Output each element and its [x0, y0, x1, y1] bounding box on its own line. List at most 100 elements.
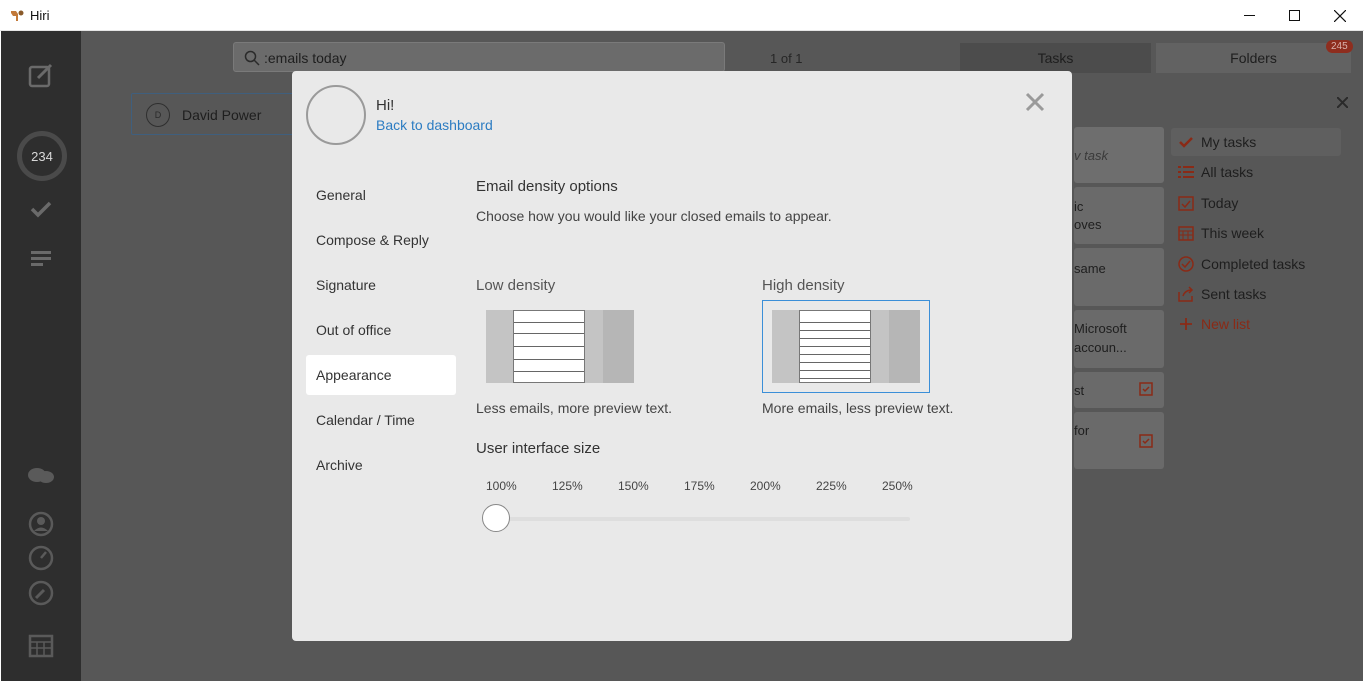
new-list-label: New list: [1201, 316, 1251, 332]
search-input[interactable]: :emails today: [233, 42, 725, 72]
settings-nav-label: Calendar / Time: [316, 412, 415, 428]
low-density-preview: [513, 310, 585, 383]
ui-size-tick[interactable]: 175%: [684, 479, 715, 493]
unread-counter[interactable]: 234: [17, 131, 67, 181]
tab-folders[interactable]: Folders: [1156, 43, 1351, 73]
settings-nav-archive[interactable]: Archive: [306, 445, 456, 485]
task-card[interactable]: st: [1074, 372, 1164, 408]
maximize-button[interactable]: [1271, 0, 1317, 31]
window-close-button[interactable]: [1317, 0, 1363, 31]
low-density-caption: Less emails, more preview text.: [476, 400, 673, 416]
ui-size-tick[interactable]: 250%: [882, 479, 913, 493]
task-list-label: This week: [1201, 225, 1265, 241]
settings-nav-label: Compose & Reply: [316, 232, 429, 248]
settings-button[interactable]: [25, 577, 57, 609]
task-list-label: Today: [1201, 195, 1239, 211]
chat-bubbles-icon: [28, 468, 54, 483]
calendar-grid-icon: [1178, 226, 1194, 241]
task-list-label: All tasks: [1201, 164, 1254, 180]
ui-size-tick[interactable]: 100%: [486, 479, 517, 493]
compose-icon: [28, 63, 53, 88]
settings-nav-appearance[interactable]: Appearance: [306, 355, 456, 395]
task-card[interactable]: same: [1074, 248, 1164, 306]
tasks-nav-button[interactable]: [25, 193, 57, 225]
ui-size-tick[interactable]: 150%: [618, 479, 649, 493]
density-description: Choose how you would like your closed em…: [476, 208, 832, 224]
minimize-button[interactable]: [1226, 0, 1272, 31]
task-list-my-tasks[interactable]: My tasks: [1171, 128, 1341, 156]
greeting: Hi!: [376, 97, 395, 114]
avatar[interactable]: [306, 85, 366, 145]
calendar-check-icon: [1139, 434, 1153, 448]
calendar-button[interactable]: [25, 629, 57, 661]
lists-nav-button[interactable]: [25, 242, 57, 274]
task-card-text: oves: [1074, 217, 1102, 232]
task-card[interactable]: Microsoft accoun...: [1074, 310, 1164, 368]
window-title: Hiri: [30, 8, 50, 23]
plus-icon: [1180, 318, 1192, 330]
task-card-text: same: [1074, 261, 1106, 276]
task-list-label: My tasks: [1201, 134, 1257, 150]
lines-icon: [31, 251, 51, 266]
ui-size-slider-track[interactable]: [496, 517, 910, 521]
chat-button[interactable]: [25, 460, 57, 492]
task-card[interactable]: ic oves: [1074, 187, 1164, 244]
minimize-icon: [1243, 15, 1255, 16]
settings-nav-compose-reply[interactable]: Compose & Reply: [306, 220, 456, 260]
preview-pane: [603, 310, 634, 383]
low-density-label: Low density: [476, 277, 556, 294]
task-card-text: Microsoft: [1074, 321, 1127, 336]
calendar-check-icon: [1178, 196, 1194, 211]
check-circle-icon: [1178, 256, 1194, 272]
task-card[interactable]: for: [1074, 412, 1164, 469]
ui-size-tick[interactable]: 200%: [750, 479, 781, 493]
task-list-label: Sent tasks: [1201, 286, 1267, 302]
high-density-option[interactable]: [772, 310, 920, 383]
low-density-option[interactable]: [486, 310, 634, 383]
settings-nav-label: Archive: [316, 457, 363, 473]
new-list-button[interactable]: New list: [1171, 310, 1341, 338]
back-to-dashboard-link[interactable]: Back to dashboard: [376, 117, 493, 133]
ui-size-tick[interactable]: 125%: [552, 479, 583, 493]
dashboard-button[interactable]: [25, 542, 57, 574]
list-icon: [1178, 166, 1194, 178]
title-bar: Hiri: [0, 0, 1364, 31]
preview-pane: [889, 310, 920, 383]
task-list-completed[interactable]: Completed tasks: [1171, 250, 1341, 278]
wrench-icon: [28, 580, 54, 606]
settings-nav-calendar-time[interactable]: Calendar / Time: [306, 400, 456, 440]
task-list-all-tasks[interactable]: All tasks: [1171, 158, 1341, 186]
task-list-this-week[interactable]: This week: [1171, 219, 1341, 247]
task-card-text: accoun...: [1074, 340, 1127, 355]
pager-text: 1 of 1: [770, 51, 803, 66]
ui-size-heading: User interface size: [476, 440, 601, 457]
user-icon: [28, 511, 54, 537]
high-density-label: High density: [762, 277, 845, 294]
task-list-label: Completed tasks: [1201, 256, 1306, 272]
folders-badge: 245: [1326, 40, 1353, 53]
ui-size-tick[interactable]: 225%: [816, 479, 847, 493]
calendar-check-icon: [1139, 382, 1153, 396]
share-icon: [1178, 286, 1194, 302]
tab-tasks-label: Tasks: [1037, 50, 1074, 66]
settings-nav-general[interactable]: General: [306, 175, 456, 215]
settings-nav-label: General: [316, 187, 366, 203]
task-list-sent[interactable]: Sent tasks: [1171, 280, 1341, 308]
settings-nav-out-of-office[interactable]: Out of office: [306, 310, 456, 350]
new-task-placeholder: v task: [1074, 148, 1108, 163]
task-list-today[interactable]: Today: [1171, 189, 1341, 217]
new-task-input[interactable]: v task: [1074, 127, 1164, 183]
settings-nav-label: Out of office: [316, 322, 392, 338]
compose-button[interactable]: [25, 59, 57, 91]
settings-nav-signature[interactable]: Signature: [306, 265, 456, 305]
tab-tasks[interactable]: Tasks: [960, 43, 1151, 73]
modal-close-button[interactable]: [1024, 91, 1046, 113]
search-icon: [244, 50, 260, 66]
calendar-icon: [28, 634, 54, 658]
panel-close-icon[interactable]: [1337, 97, 1348, 108]
hiri-logo-icon: [11, 10, 24, 21]
contact-chip[interactable]: D David Power: [131, 93, 301, 135]
ui-size-slider-handle[interactable]: [482, 504, 510, 532]
check-icon: [1179, 137, 1193, 148]
profile-button[interactable]: [25, 508, 57, 540]
